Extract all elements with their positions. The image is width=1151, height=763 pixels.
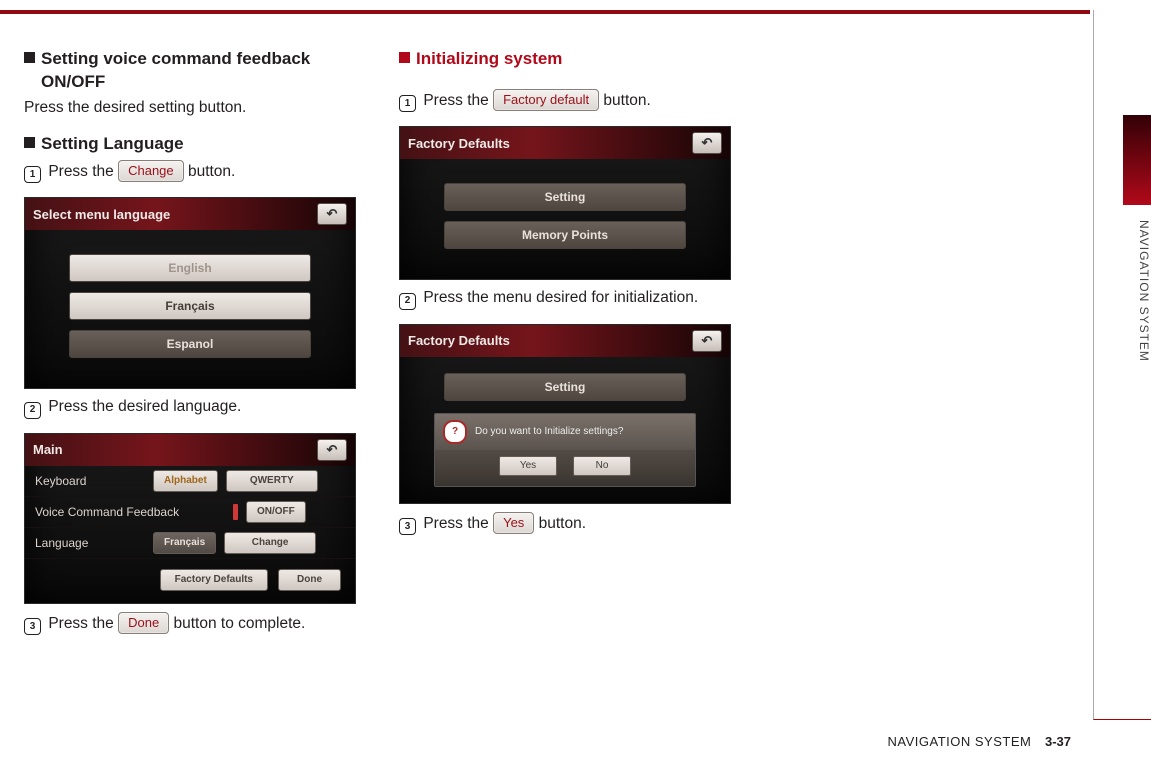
footer-page: 3-37	[1045, 734, 1071, 749]
question-icon: ?	[443, 420, 467, 444]
step-text: button.	[188, 163, 235, 180]
dialog-message: Do you want to Initialize settings?	[475, 426, 623, 437]
screen-title: Select menu language	[33, 207, 170, 222]
step-text: Press the desired language.	[48, 398, 241, 415]
back-icon[interactable]: ↶	[317, 203, 347, 225]
row-label-language: Language	[35, 536, 145, 550]
option-english[interactable]: English	[69, 254, 311, 282]
page-footer: NAVIGATION SYSTEM 3-37	[888, 734, 1071, 749]
step-number-icon: 3	[399, 518, 416, 535]
screen-title: Factory Defaults	[408, 136, 510, 151]
step-text: Press the	[423, 92, 493, 109]
factory-default-button-inline: Factory default	[493, 89, 599, 112]
square-bullet-icon	[399, 52, 410, 63]
step-text: Press the	[48, 615, 118, 632]
left-column: Setting voice command feedback ON/OFF Pr…	[24, 42, 369, 649]
option-setting[interactable]: Setting	[444, 373, 686, 401]
row-label-keyboard: Keyboard	[35, 474, 145, 488]
side-tab: NAVIGATION SYSTEM	[1093, 10, 1151, 720]
row-label-voice-feedback: Voice Command Feedback	[35, 505, 225, 519]
step-text: Press the	[48, 163, 118, 180]
right-column: Initializing system 1 Press the Factory …	[399, 42, 744, 649]
screenshot-titlebar: Main ↶	[25, 434, 355, 466]
step-text: button.	[539, 515, 586, 532]
back-icon[interactable]: ↶	[692, 132, 722, 154]
body-text: Press the desired setting button.	[24, 98, 369, 119]
language-value: Français	[153, 532, 216, 554]
step-line: 3 Press the Done button to complete.	[24, 612, 369, 636]
status-indicator-icon	[233, 504, 238, 520]
screenshot-confirm-dialog: Factory Defaults ↶ Setting ? Do you want…	[399, 324, 731, 504]
option-espanol[interactable]: Espanol	[69, 330, 311, 358]
square-bullet-icon	[24, 137, 35, 148]
step-line: 2 Press the desired language.	[24, 397, 369, 419]
side-section-label: NAVIGATION SYSTEM	[1123, 220, 1151, 520]
done-button-inline: Done	[118, 612, 169, 635]
step-text: button.	[603, 92, 650, 109]
screen-title: Factory Defaults	[408, 333, 510, 348]
step-line: 3 Press the Yes button.	[399, 512, 744, 536]
screenshot-factory-defaults-menu: Factory Defaults ↶ Setting Memory Points	[399, 126, 731, 280]
back-icon[interactable]: ↶	[317, 439, 347, 461]
step-number-icon: 2	[24, 402, 41, 419]
heading-initializing-system: Initializing system	[399, 48, 744, 71]
done-button[interactable]: Done	[278, 569, 341, 591]
heading-text-line2: ON/OFF	[24, 71, 369, 94]
back-icon[interactable]: ↶	[692, 330, 722, 352]
heading-voice-feedback: Setting voice command feedback ON/OFF	[24, 48, 369, 94]
language-change-button[interactable]: Change	[224, 532, 316, 554]
step-number-icon: 1	[399, 95, 416, 112]
yes-button-inline: Yes	[493, 512, 534, 535]
heading-text: Setting Language	[41, 134, 184, 153]
screenshot-titlebar: Factory Defaults ↶	[400, 127, 730, 159]
voice-onoff-button[interactable]: ON/OFF	[246, 501, 306, 523]
heading-setting-language: Setting Language	[24, 133, 369, 156]
step-text: Press the menu desired for initializatio…	[423, 289, 698, 306]
confirm-dialog: ? Do you want to Initialize settings? Ye…	[434, 413, 696, 487]
factory-defaults-button[interactable]: Factory Defaults	[160, 569, 268, 591]
section-color-tab	[1123, 115, 1151, 205]
step-number-icon: 2	[399, 293, 416, 310]
keyboard-qwerty-button[interactable]: QWERTY	[226, 470, 318, 492]
footer-section: NAVIGATION SYSTEM	[888, 734, 1032, 749]
step-number-icon: 3	[24, 618, 41, 635]
step-text: button to complete.	[173, 615, 305, 632]
step-text: Press the	[423, 515, 493, 532]
dialog-yes-button[interactable]: Yes	[499, 456, 557, 476]
step-line: 1 Press the Factory default button.	[399, 89, 744, 113]
keyboard-alphabet-button[interactable]: Alphabet	[153, 470, 218, 492]
step-line: 1 Press the Change button.	[24, 160, 369, 184]
change-button-inline: Change	[118, 160, 184, 183]
step-number-icon: 1	[24, 166, 41, 183]
square-bullet-icon	[24, 52, 35, 63]
dialog-no-button[interactable]: No	[573, 456, 631, 476]
step-line: 2 Press the menu desired for initializat…	[399, 288, 744, 310]
screenshot-language-menu: Select menu language ↶ English Français …	[24, 197, 356, 389]
screenshot-titlebar: Select menu language ↶	[25, 198, 355, 230]
option-memory-points[interactable]: Memory Points	[444, 221, 686, 249]
top-rule	[0, 10, 1090, 14]
screen-title: Main	[33, 442, 63, 457]
heading-text: Setting voice command feedback	[41, 49, 310, 68]
option-setting[interactable]: Setting	[444, 183, 686, 211]
screenshot-main-settings: Main ↶ Keyboard Alphabet QWERTY Voice Co…	[24, 433, 356, 604]
option-francais[interactable]: Français	[69, 292, 311, 320]
heading-text: Initializing system	[416, 49, 562, 68]
screenshot-titlebar: Factory Defaults ↶	[400, 325, 730, 357]
